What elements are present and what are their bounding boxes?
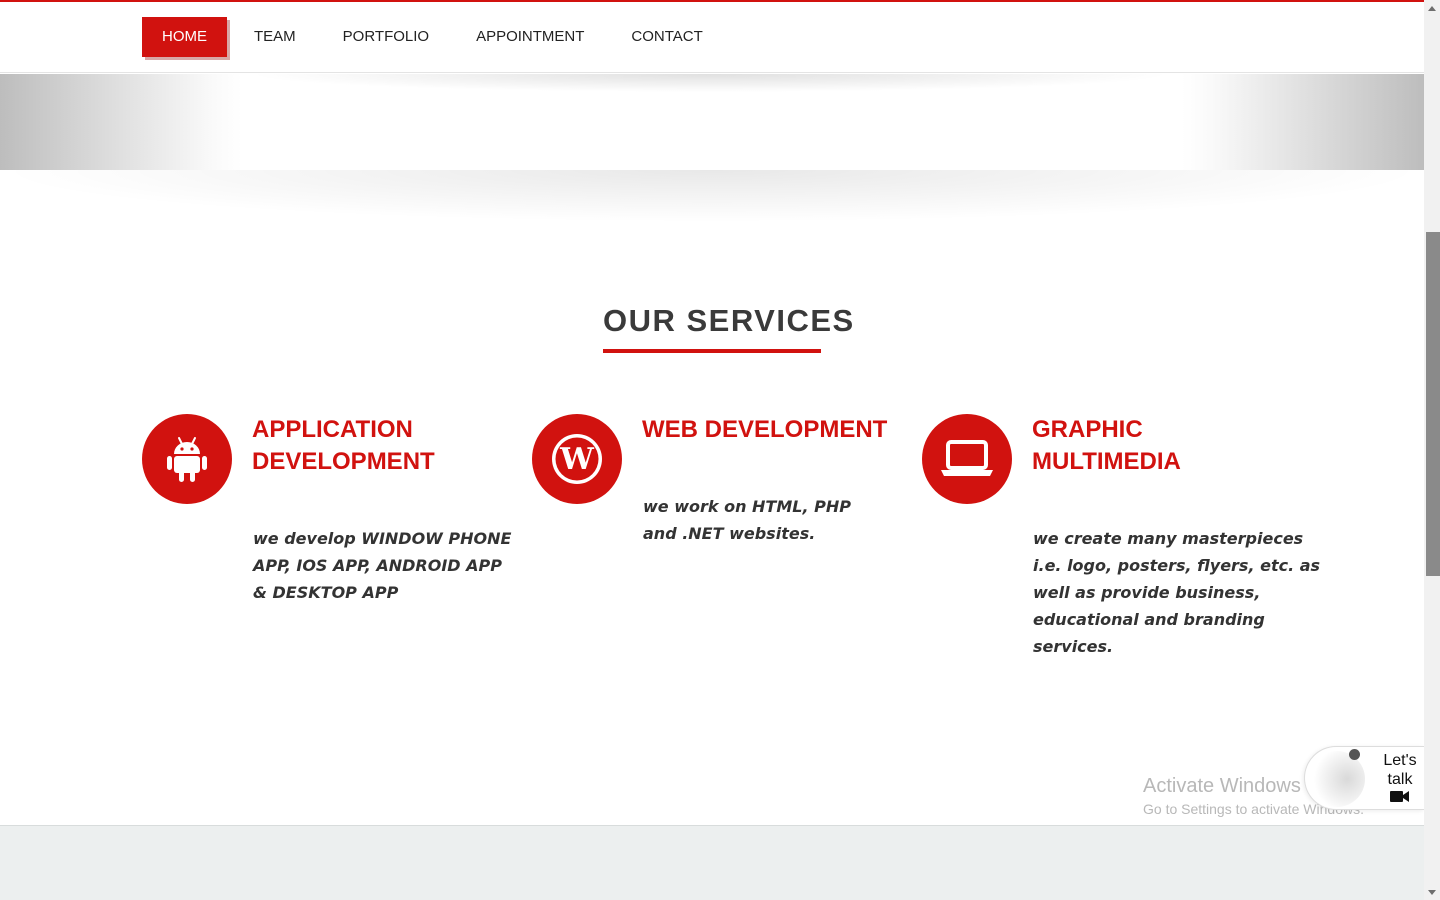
desc-line: i.e. logo, posters, flyers, etc. as <box>1033 556 1321 575</box>
desc-line: services. <box>1033 637 1114 656</box>
service-title: APPLICATION DEVELOPMENT <box>252 414 435 478</box>
android-icon <box>142 414 232 504</box>
section-title: OUR SERVICES <box>603 303 855 338</box>
laptop-icon <box>922 414 1012 504</box>
nav-team[interactable]: TEAM <box>234 17 316 57</box>
nav-appointment[interactable]: APPOINTMENT <box>456 17 604 57</box>
service-description: we work on HTML, PHP and .NET websites. <box>643 493 903 547</box>
service-title-line1: GRAPHIC <box>1032 416 1143 443</box>
talk-label-line2: talk <box>1387 771 1413 788</box>
navbar: HOME TEAM PORTFOLIO APPOINTMENT CONTACT <box>0 2 1424 73</box>
talk-label-line1: Let's <box>1383 752 1417 769</box>
title-underline <box>603 349 821 353</box>
scrollbar-thumb[interactable] <box>1426 232 1440 576</box>
banner-shadow-bottom <box>0 170 1424 222</box>
service-description: we create many masterpieces i.e. logo, p… <box>1033 525 1333 660</box>
video-camera-icon <box>1390 791 1409 802</box>
service-title: WEB DEVELOPMENT <box>642 414 887 446</box>
main-nav: HOME TEAM PORTFOLIO APPOINTMENT CONTACT <box>142 17 730 57</box>
desc-line: & DESKTOP APP <box>253 583 399 602</box>
desc-line: educational and branding <box>1033 610 1265 629</box>
vertical-scrollbar[interactable] <box>1424 0 1440 900</box>
footer-band <box>0 825 1424 900</box>
banner-shadow-top <box>250 74 1170 92</box>
desc-line: well as provide business, <box>1033 583 1261 602</box>
service-description: we develop WINDOW PHONE APP, IOS APP, AN… <box>253 525 513 606</box>
nav-home[interactable]: HOME <box>142 17 227 57</box>
service-title-line2: MULTIMEDIA <box>1032 448 1181 475</box>
desc-line: APP, IOS APP, ANDROID APP <box>253 556 502 575</box>
status-dot <box>1349 749 1360 760</box>
desc-line: and .NET websites. <box>643 524 816 543</box>
nav-portfolio[interactable]: PORTFOLIO <box>323 17 449 57</box>
desc-line: we create many masterpieces <box>1033 529 1304 548</box>
service-title-line2: DEVELOPMENT <box>252 448 435 475</box>
svg-text:W: W <box>559 442 595 477</box>
service-title-line1: WEB DEVELOPMENT <box>642 416 888 443</box>
activate-windows-title: Activate Windows <box>1143 775 1301 797</box>
service-title: GRAPHIC MULTIMEDIA <box>1032 414 1181 478</box>
nav-contact[interactable]: CONTACT <box>611 17 722 57</box>
scroll-up-arrow-icon[interactable] <box>1424 0 1440 16</box>
scroll-down-arrow-icon[interactable] <box>1424 884 1440 900</box>
desc-line: we develop WINDOW PHONE <box>253 529 512 548</box>
service-title-line1: APPLICATION <box>252 416 413 443</box>
desc-line: we work on HTML, PHP <box>643 497 851 516</box>
wordpress-icon: W <box>532 414 622 504</box>
lets-talk-widget[interactable]: Let's talk <box>1304 746 1424 810</box>
talk-label: Let's talk <box>1379 751 1421 789</box>
